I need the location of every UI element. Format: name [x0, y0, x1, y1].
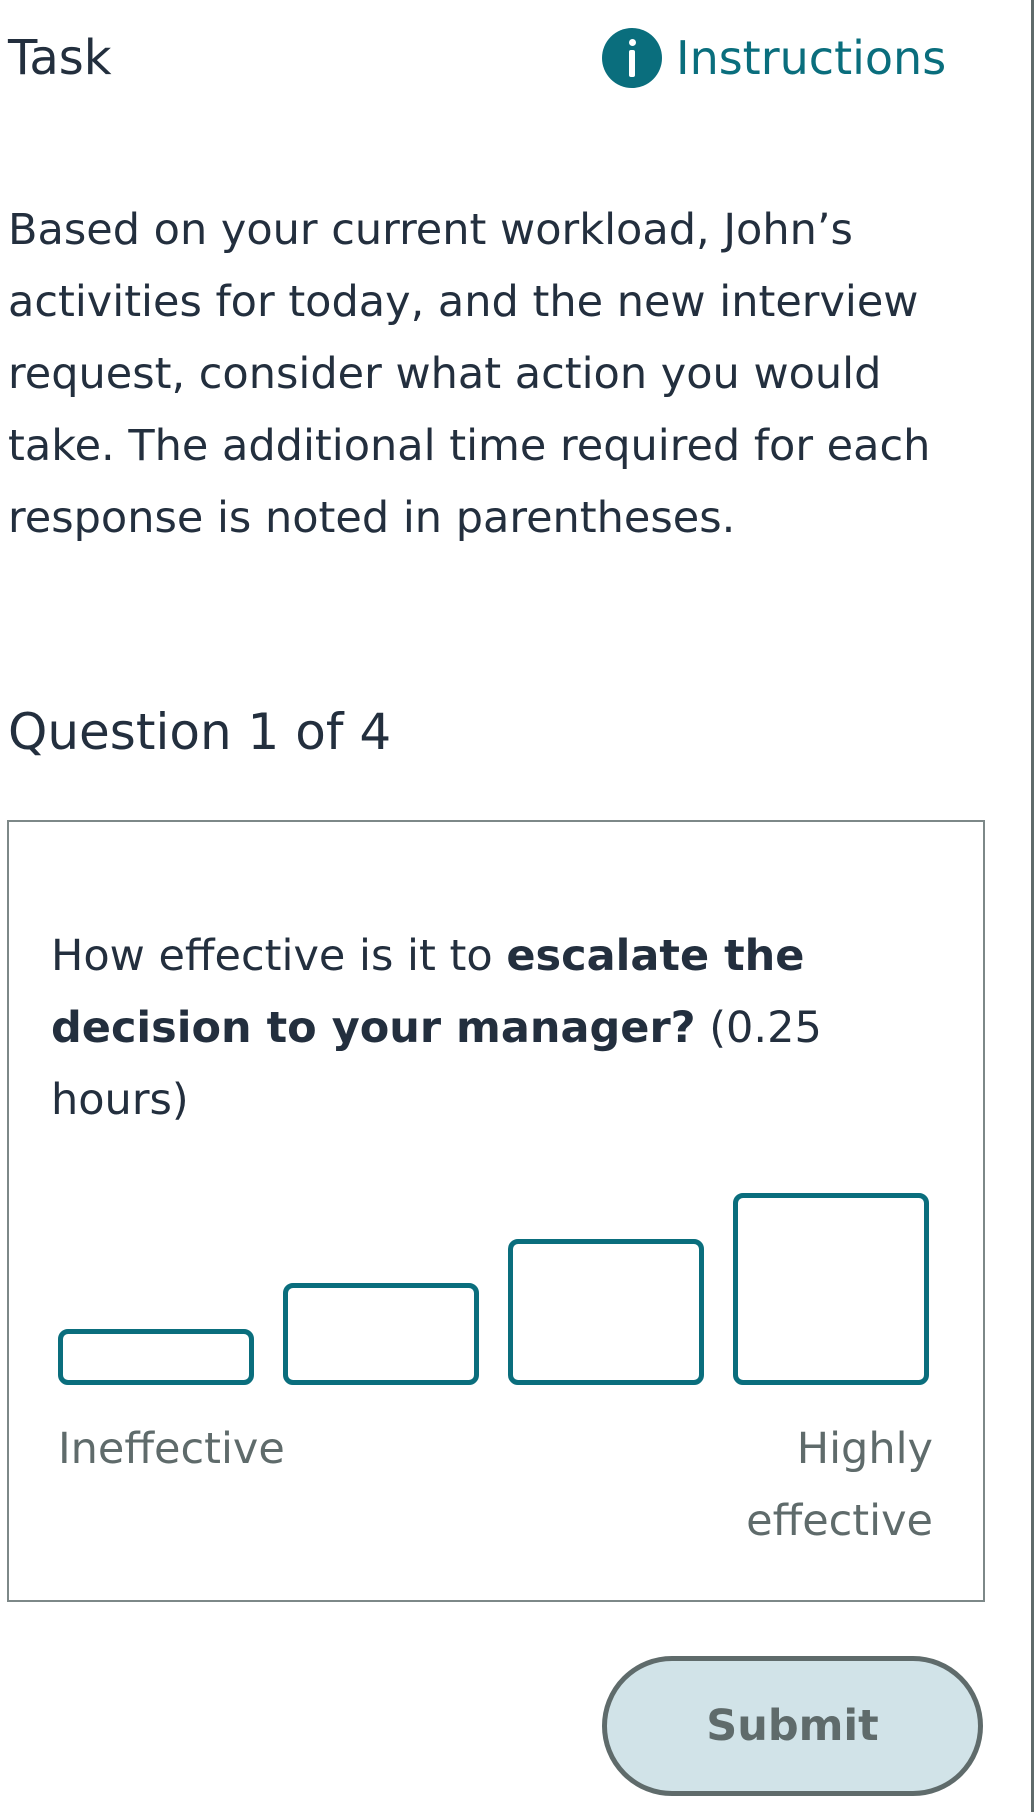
instructions-link[interactable]: Instructions — [602, 28, 946, 88]
rating-option-1[interactable] — [58, 1329, 254, 1385]
question-text: How effective is it to escalate the deci… — [51, 920, 951, 1136]
task-title: Task — [8, 30, 112, 86]
right-border — [1031, 0, 1034, 1812]
intro-text: Based on your current workload, John’s a… — [8, 205, 931, 543]
info-icon — [602, 28, 662, 88]
instructions-label: Instructions — [676, 31, 947, 85]
question-prefix: How effective is it to — [51, 931, 507, 981]
rating-option-4[interactable] — [733, 1193, 929, 1385]
question-counter: Question 1 of 4 — [8, 703, 392, 761]
rating-option-2[interactable] — [283, 1283, 479, 1385]
submit-button[interactable]: Submit — [602, 1656, 983, 1796]
rating-option-3[interactable] — [508, 1239, 704, 1385]
task-page: Task Instructions Based on your current … — [0, 0, 1036, 1812]
scale-label-high: Highly effective — [746, 1424, 933, 1546]
scale-label-low: Ineffective — [58, 1424, 285, 1474]
